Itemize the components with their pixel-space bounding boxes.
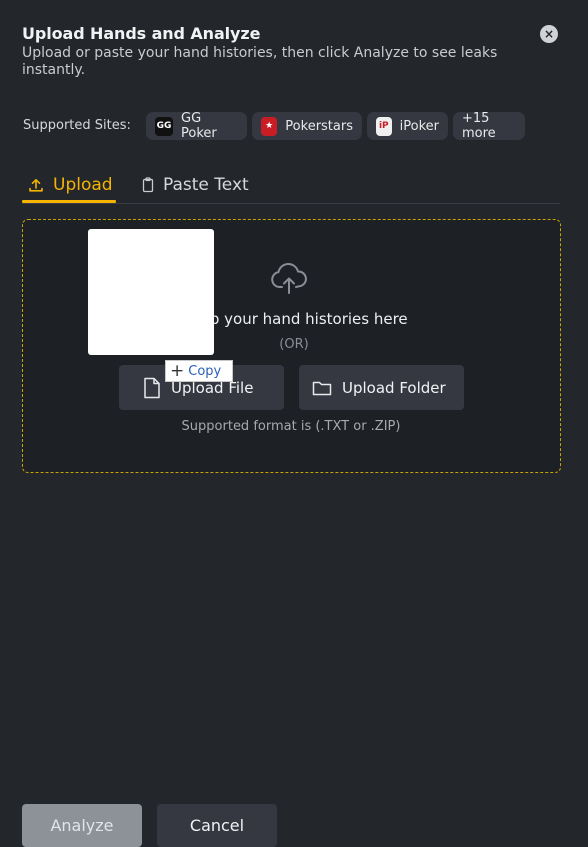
pokerstars-logo-icon: ★ [261, 116, 278, 136]
more-sites-chip[interactable]: +15 more [453, 111, 525, 141]
active-tab-indicator [22, 200, 116, 203]
supported-format-note: Supported format is (.TXT or .ZIP) [181, 419, 401, 434]
cancel-button[interactable]: Cancel [157, 804, 277, 847]
site-chip-label: Pokerstars [285, 118, 353, 134]
tab-upload[interactable]: Upload [28, 170, 113, 200]
modal-subtitle: Upload or paste your hand histories, the… [22, 45, 498, 78]
plus-icon: + [170, 360, 185, 381]
supported-sites-label: Supported Sites: [23, 118, 131, 133]
upload-icon [28, 177, 44, 193]
clipboard-icon [142, 177, 154, 193]
upload-folder-button[interactable]: Upload Folder [299, 365, 464, 410]
folder-icon [312, 380, 332, 396]
ipoker-logo-icon: iP [376, 116, 392, 136]
upload-folder-label: Upload Folder [342, 378, 446, 397]
more-sites-label: +15 more [462, 111, 496, 141]
tabs-divider [22, 203, 560, 204]
tab-paste-text-label: Paste Text [163, 175, 249, 195]
site-chip-label: iPoker [399, 118, 439, 134]
modal-title: Upload Hands and Analyze [22, 24, 261, 43]
site-chip-pokerstars[interactable]: ★ Pokerstars [252, 112, 362, 140]
file-icon [143, 377, 161, 399]
drag-preview-image [88, 229, 214, 355]
close-icon: × [543, 27, 555, 41]
upload-modal: Upload Hands and Analyze Upload or paste… [0, 0, 588, 847]
site-chip-label: GG Poker [181, 111, 217, 141]
gg-poker-logo-icon: GG [155, 116, 174, 136]
cloud-upload-icon [270, 262, 308, 296]
analyze-button[interactable]: Analyze [22, 804, 142, 847]
copy-drag-tooltip: + Copy [165, 360, 233, 382]
site-chip-gg-poker[interactable]: GG GG Poker [146, 111, 247, 141]
tab-upload-label: Upload [53, 175, 113, 195]
site-chip-ipoker[interactable]: iP iPoker [367, 112, 448, 140]
tab-paste-text[interactable]: Paste Text [142, 170, 249, 200]
close-button[interactable]: × [540, 25, 558, 43]
copy-label: Copy [188, 363, 222, 379]
